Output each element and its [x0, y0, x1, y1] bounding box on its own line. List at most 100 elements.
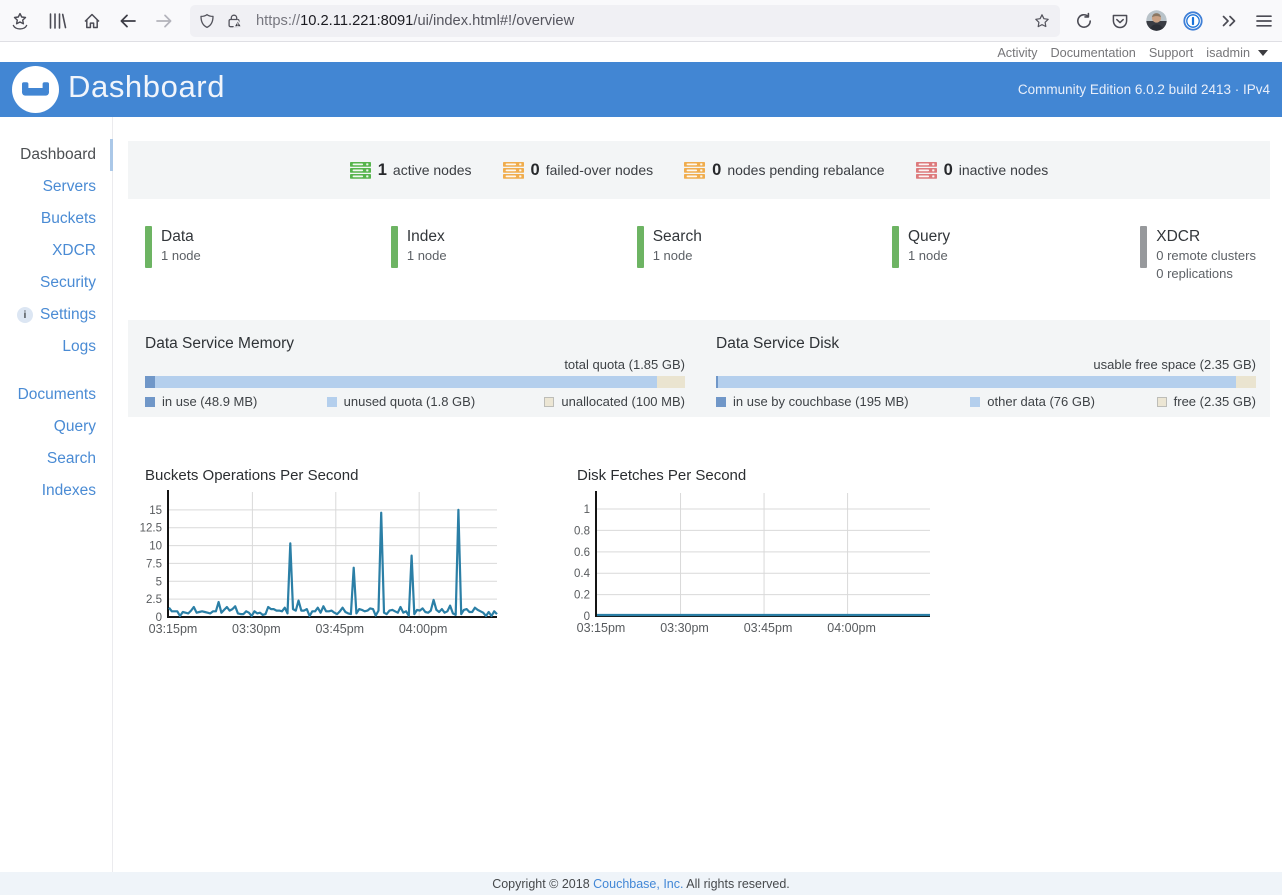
- sidebar-item-dashboard[interactable]: Dashboard: [0, 139, 112, 171]
- legend-swatch: [327, 397, 337, 407]
- lock-warning-icon[interactable]: [226, 13, 242, 29]
- couchbase-logo: [12, 66, 59, 113]
- node-status-card: 1 active nodes 0 failed-over nodes: [128, 141, 1270, 199]
- active-indicator: [110, 139, 113, 171]
- svg-text:0.2: 0.2: [574, 590, 590, 602]
- sidebar-item-security[interactable]: Security: [0, 267, 112, 299]
- back-icon[interactable]: [118, 11, 138, 31]
- service-status-bar: [1140, 226, 1147, 268]
- sidebar-item-documents[interactable]: Documents: [0, 379, 112, 411]
- active-nodes-status: 1 active nodes: [350, 161, 472, 180]
- svg-text:0.4: 0.4: [574, 568, 591, 580]
- sidebar: Dashboard Servers Buckets XDCR Security …: [0, 117, 113, 872]
- sidebar-item-search[interactable]: Search: [0, 443, 112, 475]
- nav-activity[interactable]: Activity: [997, 46, 1037, 60]
- sidebar-item-logs[interactable]: Logs: [0, 331, 112, 363]
- service-xdcr: XDCR 0 remote clusters 0 replications: [1140, 226, 1256, 283]
- server-stack-amber-icon: [684, 162, 705, 179]
- svg-text:04:00pm: 04:00pm: [399, 622, 448, 636]
- fetches-chart-title: Disk Fetches Per Second: [577, 467, 746, 484]
- ops-chart: 02.557.51012.51503:15pm03:30pm03:45pm04:…: [130, 490, 520, 650]
- service-search: Search 1 node: [637, 226, 702, 283]
- bookmarks-tray-icon[interactable]: [10, 11, 30, 31]
- disk-usage-bar: [716, 376, 1256, 388]
- pocket-icon[interactable]: [1110, 11, 1130, 31]
- server-stack-green-icon: [350, 162, 371, 179]
- url-host: 10.2.11.221:8091: [300, 13, 413, 29]
- svg-text:03:45pm: 03:45pm: [744, 621, 793, 635]
- svg-text:1: 1: [584, 504, 590, 516]
- forward-icon[interactable]: [154, 11, 174, 31]
- memory-unused-segment: [155, 376, 657, 388]
- sidebar-item-xdcr[interactable]: XDCR: [0, 235, 112, 267]
- svg-text:03:45pm: 03:45pm: [315, 622, 364, 636]
- fetches-chart: 00.20.40.60.8103:15pm03:30pm03:45pm04:00…: [560, 490, 955, 650]
- copyright-text: Copyright © 2018: [492, 877, 593, 891]
- shield-icon[interactable]: [199, 13, 215, 29]
- memory-section: Data Service Memory total quota (1.85 GB…: [145, 320, 685, 417]
- svg-text:15: 15: [149, 505, 162, 517]
- couchbase-link[interactable]: Couchbase, Inc.: [593, 877, 683, 891]
- service-index: Index 1 node: [391, 226, 447, 283]
- svg-text:12.5: 12.5: [140, 523, 162, 535]
- memory-inuse-segment: [145, 376, 155, 388]
- profile-avatar[interactable]: [1146, 10, 1167, 31]
- sidebar-item-settings[interactable]: iSettings: [0, 299, 112, 331]
- sidebar-item-indexes[interactable]: Indexes: [0, 475, 112, 507]
- service-status-bar: [145, 226, 152, 268]
- legend-swatch: [970, 397, 980, 407]
- legend-swatch: [716, 397, 726, 407]
- url-protocol: https://: [256, 13, 300, 29]
- inactive-nodes-status: 0 inactive nodes: [916, 161, 1049, 180]
- onepassword-icon[interactable]: [1183, 11, 1203, 31]
- svg-text:03:15pm: 03:15pm: [149, 622, 198, 636]
- bookmark-star-icon[interactable]: [1034, 13, 1050, 29]
- nav-support[interactable]: Support: [1149, 46, 1193, 60]
- url-path: /ui/index.html#!/overview: [413, 13, 574, 29]
- svg-text:03:15pm: 03:15pm: [577, 621, 626, 635]
- info-icon: i: [17, 307, 33, 323]
- browser-toolbar: https://10.2.11.221:8091/ui/index.html#!…: [0, 0, 1282, 42]
- svg-text:03:30pm: 03:30pm: [660, 621, 709, 635]
- disk-other-segment: [718, 376, 1236, 388]
- menu-icon[interactable]: [1254, 11, 1274, 31]
- library-icon[interactable]: [47, 11, 67, 31]
- legend-swatch: [145, 397, 155, 407]
- disk-legend: in use by couchbase (195 MB) other data …: [716, 394, 1256, 409]
- failed-over-nodes-status: 0 failed-over nodes: [503, 161, 654, 180]
- svg-text:03:30pm: 03:30pm: [232, 622, 281, 636]
- utility-nav: Activity Documentation Support isadmin: [0, 43, 1282, 62]
- caret-down-icon[interactable]: [1258, 50, 1268, 56]
- reload-icon[interactable]: [1074, 11, 1094, 31]
- home-icon[interactable]: [82, 11, 102, 31]
- disk-free-segment: [1236, 376, 1256, 388]
- version-label: Community Edition 6.0.2 build 2413 · IPv…: [1018, 82, 1270, 97]
- user-menu[interactable]: isadmin: [1206, 46, 1250, 60]
- page-title: Dashboard: [68, 69, 225, 105]
- legend-swatch: [1157, 397, 1167, 407]
- memory-total-label: total quota (1.85 GB): [564, 357, 685, 372]
- memory-unallocated-segment: [657, 376, 685, 388]
- svg-text:0.8: 0.8: [574, 525, 590, 537]
- pending-rebalance-nodes-status: 0 nodes pending rebalance: [684, 161, 884, 180]
- url-bar[interactable]: https://10.2.11.221:8091/ui/index.html#!…: [190, 5, 1060, 37]
- app-header: Dashboard Community Edition 6.0.2 build …: [0, 62, 1282, 117]
- sidebar-item-query[interactable]: Query: [0, 411, 112, 443]
- resources-card: Data Service Memory total quota (1.85 GB…: [128, 320, 1270, 417]
- server-stack-amber-icon: [503, 162, 524, 179]
- sidebar-item-servers[interactable]: Servers: [0, 171, 112, 203]
- services-row: Data 1 node Index 1 node Search 1 node Q…: [145, 226, 1256, 283]
- service-query: Query 1 node: [892, 226, 950, 283]
- disk-title: Data Service Disk: [716, 335, 839, 353]
- memory-title: Data Service Memory: [145, 335, 294, 353]
- nav-documentation[interactable]: Documentation: [1051, 46, 1136, 60]
- footer: Copyright © 2018 Couchbase, Inc. All rig…: [0, 872, 1282, 895]
- service-status-bar: [892, 226, 899, 268]
- overflow-chevrons-icon[interactable]: [1219, 11, 1239, 31]
- rights-text: All rights reserved.: [683, 877, 789, 891]
- svg-text:5: 5: [156, 576, 162, 588]
- svg-text:2.5: 2.5: [146, 594, 162, 606]
- ops-chart-title: Buckets Operations Per Second: [145, 467, 358, 484]
- server-stack-red-icon: [916, 162, 937, 179]
- sidebar-item-buckets[interactable]: Buckets: [0, 203, 112, 235]
